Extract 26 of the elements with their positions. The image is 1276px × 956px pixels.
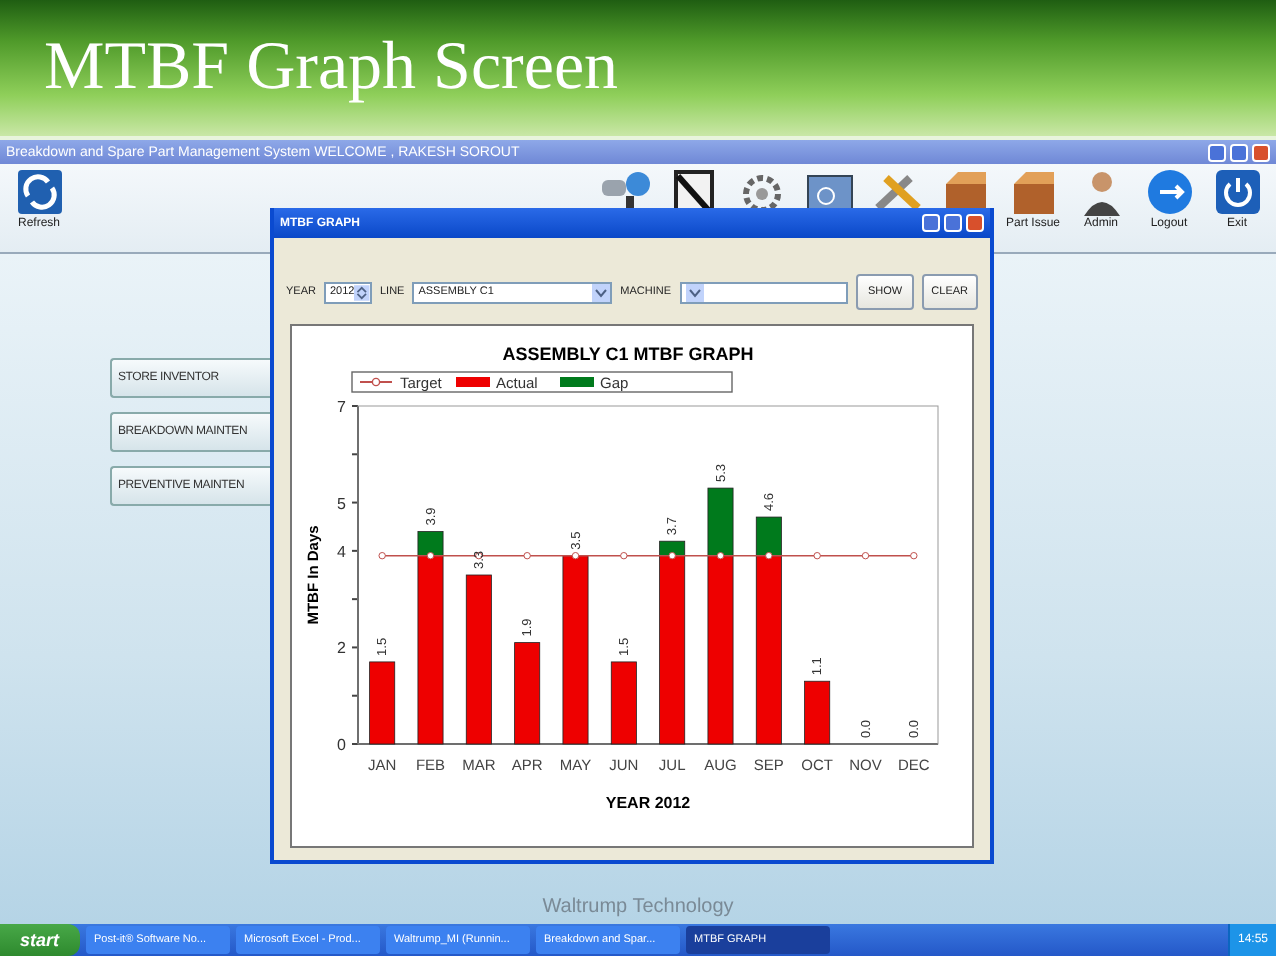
y-tick-label: 0: [337, 736, 346, 754]
dropdown-arrow-icon: [685, 283, 703, 301]
y-tick-label: 2: [337, 639, 346, 658]
maximize-button[interactable]: [1230, 143, 1248, 161]
y-tick-label: 7: [337, 398, 346, 416]
minimize-button[interactable]: [922, 214, 940, 232]
chart-bar: [369, 661, 396, 745]
close-button[interactable]: [966, 214, 984, 232]
slide-title: MTBF Graph Screen: [44, 30, 619, 106]
chart-bar: [514, 642, 541, 745]
machine-dropdown[interactable]: [679, 281, 849, 303]
chart-bar: [804, 680, 831, 745]
start-button[interactable]: start: [0, 924, 80, 956]
spinner-arrows-icon: [354, 283, 370, 301]
legend-line-icon: [359, 377, 393, 387]
chart-title: ASSEMBLY C1 MTBF GRAPH: [502, 344, 754, 364]
y-tick-label: 4: [337, 542, 346, 561]
footer-text: Waltrump Technology: [540, 896, 736, 918]
refresh-icon: [15, 168, 63, 216]
dropdown-arrow-icon: [592, 283, 611, 301]
y-tick-label: 5: [337, 494, 346, 513]
close-button[interactable]: [1252, 143, 1270, 161]
x-axis-title: YEAR 2012: [605, 794, 691, 812]
minimize-button[interactable]: [1208, 143, 1226, 161]
maximize-button[interactable]: [944, 214, 962, 232]
chart-bar: [610, 661, 637, 745]
